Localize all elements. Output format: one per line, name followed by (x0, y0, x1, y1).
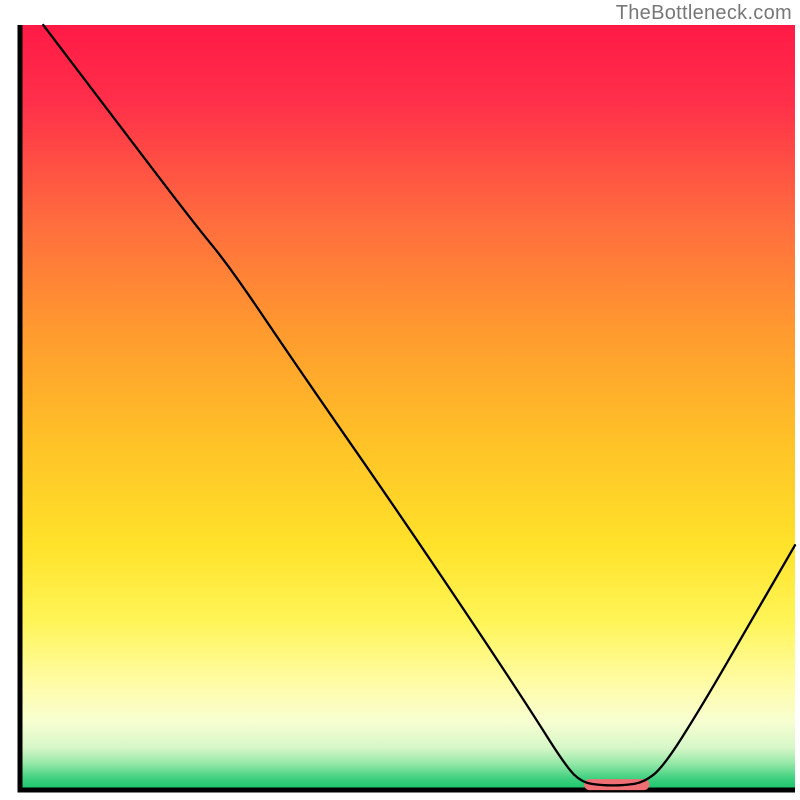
watermark-text: TheBottleneck.com (616, 2, 792, 25)
gradient-background (20, 25, 795, 790)
chart-container: TheBottleneck.com (0, 0, 800, 800)
bottleneck-chart (0, 0, 800, 800)
